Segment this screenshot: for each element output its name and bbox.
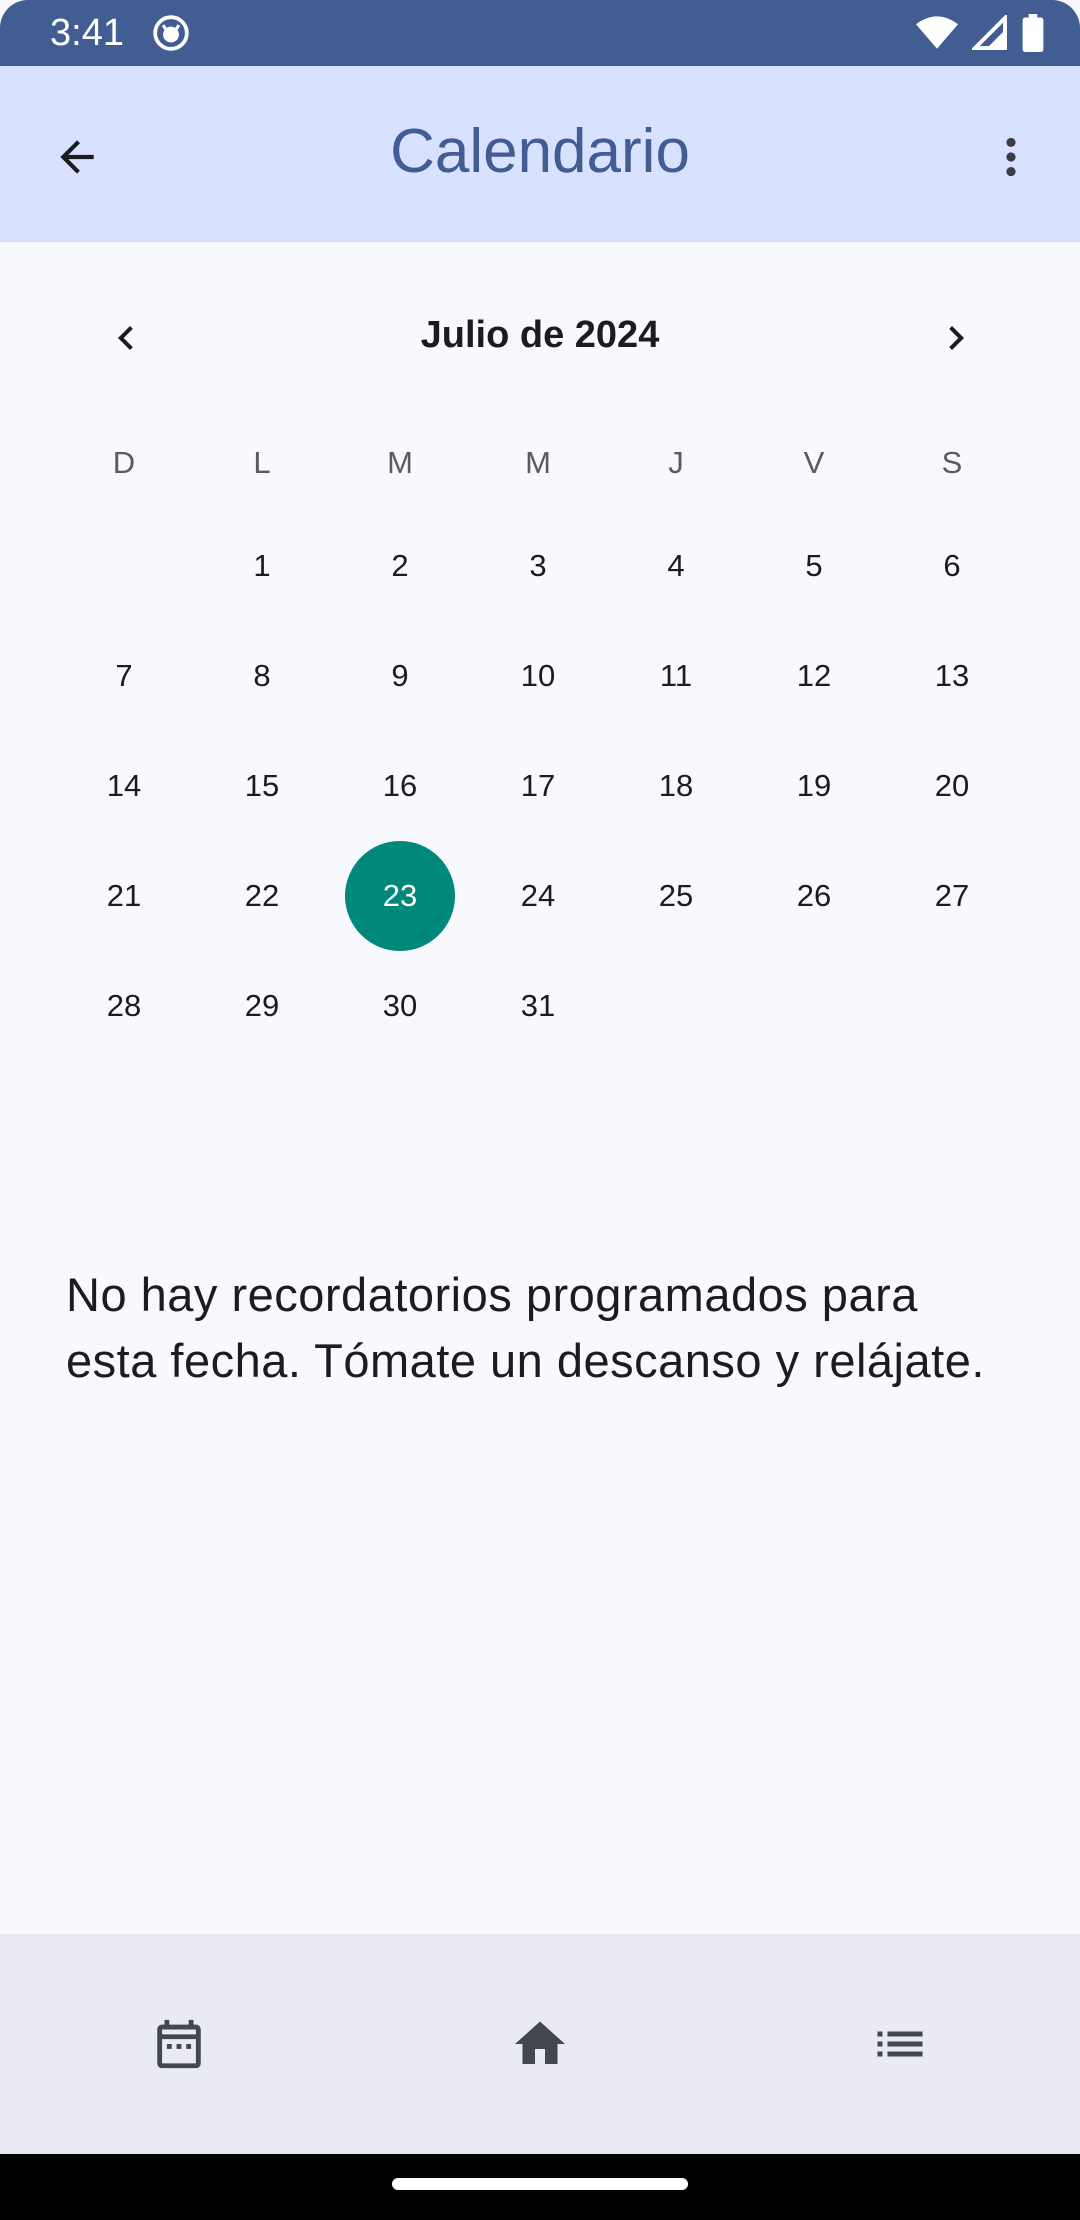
weekday-label: D [112, 445, 136, 480]
calendar-header: Julio de 2024 [0, 242, 1080, 432]
weekday-label: M [387, 445, 413, 480]
day-cell[interactable]: 22 [207, 841, 317, 951]
weekday-label: L [253, 445, 271, 480]
status-icons [916, 12, 1044, 54]
day-cell[interactable]: 20 [897, 731, 1007, 841]
wifi-icon [916, 16, 958, 49]
calendar-icon [157, 2019, 201, 2069]
more-vert-icon [1006, 137, 1016, 177]
day-cell[interactable]: 21 [69, 841, 179, 951]
battery-icon [1022, 14, 1044, 52]
nav-list-button[interactable] [860, 2004, 940, 2084]
day-cell[interactable]: 3 [483, 511, 593, 621]
bottom-navigation [0, 1934, 1080, 2154]
weekday-label: S [941, 445, 963, 480]
day-cell[interactable]: 13 [897, 621, 1007, 731]
day-cell[interactable]: 26 [759, 841, 869, 951]
day-cell[interactable]: 1 [207, 511, 317, 621]
day-cell[interactable]: 11 [621, 621, 731, 731]
list-icon [877, 2031, 923, 2057]
day-cell[interactable]: 10 [483, 621, 593, 731]
day-cell[interactable]: 18 [621, 731, 731, 841]
day-cell[interactable]: 29 [207, 951, 317, 1061]
weekday-label: V [803, 445, 825, 480]
day-cell[interactable]: 12 [759, 621, 869, 731]
more-options-button[interactable] [978, 124, 1044, 190]
home-icon [515, 2021, 565, 2064]
month-label: Julio de 2024 [420, 314, 660, 356]
day-cell[interactable]: 25 [621, 841, 731, 951]
day-cell[interactable]: 15 [207, 731, 317, 841]
day-cell[interactable]: 16 [345, 731, 455, 841]
next-month-button[interactable] [926, 308, 986, 368]
day-cell[interactable]: 27 [897, 841, 1007, 951]
weekday-label: M [525, 445, 551, 480]
day-cell[interactable]: 14 [69, 731, 179, 841]
gesture-handle[interactable] [392, 2178, 688, 2190]
weekday-row: D L M M J V S [0, 438, 1080, 488]
day-cell[interactable]: 17 [483, 731, 593, 841]
day-cell[interactable]: 30 [345, 951, 455, 1061]
status-bar: 3:41 [0, 0, 1080, 66]
day-cell[interactable]: 31 [483, 951, 593, 1061]
chevron-right-icon [949, 326, 964, 350]
app-bar: Calendario [0, 66, 1080, 242]
system-gesture-bar [0, 2154, 1080, 2220]
status-time: 3:41 [50, 12, 124, 54]
weekday-label: J [668, 445, 684, 480]
day-cell[interactable]: 6 [897, 511, 1007, 621]
cell-signal-icon [972, 15, 1007, 50]
day-cell[interactable]: 9 [345, 621, 455, 731]
day-cell-selected[interactable]: 23 [345, 841, 455, 951]
day-cell[interactable]: 28 [69, 951, 179, 1061]
page-title: Calendario [390, 117, 690, 186]
day-cell[interactable]: 7 [69, 621, 179, 731]
day-cell[interactable]: 2 [345, 511, 455, 621]
app-notification-icon [153, 15, 189, 51]
day-cell[interactable]: 8 [207, 621, 317, 731]
empty-reminders-message: No hay recordatorios programados para es… [66, 1268, 985, 1387]
nav-home-button[interactable] [500, 2004, 580, 2084]
day-cell[interactable]: 4 [621, 511, 731, 621]
day-cell[interactable]: 5 [759, 511, 869, 621]
nav-calendar-button[interactable] [139, 2004, 219, 2084]
day-cell[interactable]: 24 [483, 841, 593, 951]
day-cell[interactable]: 19 [759, 731, 869, 841]
